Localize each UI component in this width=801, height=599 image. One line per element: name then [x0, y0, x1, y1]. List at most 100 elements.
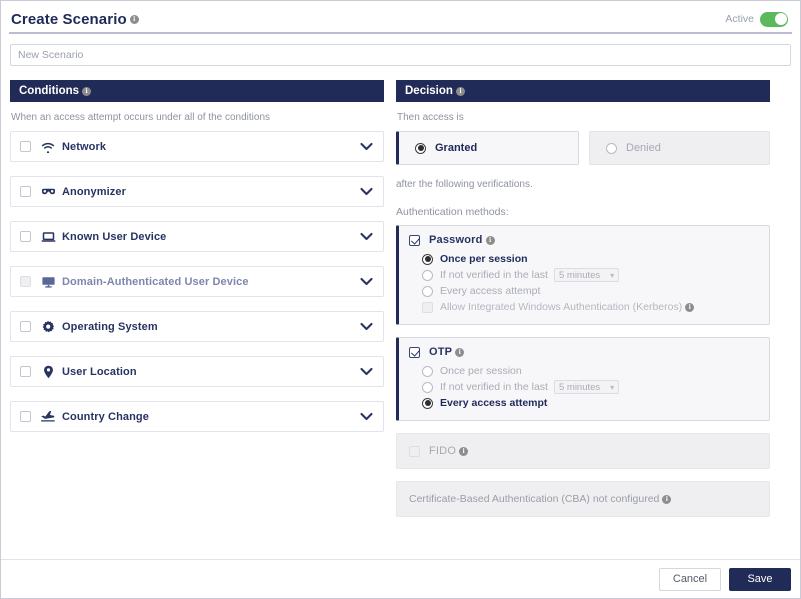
interval-value: 5 minutes: [558, 269, 601, 281]
fido-header: FIDO i: [409, 445, 759, 457]
condition-label: User Location: [62, 365, 137, 378]
otp-option-every-access-attempt[interactable]: Every access attempt: [422, 395, 759, 411]
password-option-if-not-verified[interactable]: If not verified in the last 5 minutes ▾: [422, 267, 759, 283]
denied-radio[interactable]: [606, 142, 617, 154]
decision-panel: Decision i Then access is Granted Denied…: [396, 80, 770, 529]
password-radio-once-per-session[interactable]: [422, 253, 433, 265]
auth-method-otp: OTP i Once per session If not verified i…: [396, 337, 770, 421]
wifi-icon: [40, 139, 56, 155]
password-checkbox[interactable]: [409, 234, 420, 246]
access-option-denied[interactable]: Denied: [589, 131, 770, 165]
decision-panel-header: Decision i: [396, 80, 770, 102]
password-kerberos-row[interactable]: Allow Integrated Windows Authentication …: [422, 299, 759, 315]
password-radio-if-not-verified[interactable]: [422, 269, 433, 281]
condition-checkbox-country-change[interactable]: [20, 411, 31, 422]
condition-row-user-location[interactable]: User Location: [10, 356, 384, 387]
condition-checkbox-user-location[interactable]: [20, 366, 31, 377]
condition-row-domain-authenticated-user-device[interactable]: Domain-Authenticated User Device: [10, 266, 384, 297]
conditions-info-icon[interactable]: i: [82, 86, 92, 96]
condition-label: Anonymizer: [62, 185, 126, 198]
title-info-icon[interactable]: i: [129, 14, 139, 24]
chevron-down-icon[interactable]: [360, 273, 373, 291]
password-info-icon[interactable]: i: [485, 235, 495, 245]
cba-header: Certificate-Based Authentication (CBA) n…: [409, 493, 759, 505]
auth-method-fido: FIDO i: [396, 433, 770, 469]
airplane-icon: [40, 409, 56, 425]
chevron-down-icon[interactable]: [360, 183, 373, 201]
fido-info-icon[interactable]: i: [459, 446, 469, 456]
condition-row-anonymizer[interactable]: Anonymizer: [10, 176, 384, 207]
fido-title: FIDO: [429, 445, 457, 457]
cba-info-icon[interactable]: i: [662, 494, 672, 504]
active-toggle[interactable]: [760, 11, 788, 27]
fido-checkbox[interactable]: [409, 445, 420, 457]
option-label: Once per session: [440, 253, 528, 265]
granted-radio[interactable]: [415, 142, 426, 154]
mask-icon: [40, 184, 56, 200]
access-decision-group: Granted Denied: [396, 131, 770, 165]
gear-icon: [40, 319, 56, 335]
chevron-down-icon[interactable]: [360, 228, 373, 246]
chevron-down-icon: ▾: [610, 270, 615, 280]
conditions-hint: When an access attempt occurs under all …: [11, 112, 271, 123]
password-radio-every-access-attempt[interactable]: [422, 285, 433, 297]
otp-option-if-not-verified[interactable]: If not verified in the last 5 minutes ▾: [422, 379, 759, 395]
condition-row-country-change[interactable]: Country Change: [10, 401, 384, 432]
dialog-titlebar: Create Scenario i Active: [1, 1, 800, 32]
condition-row-known-user-device[interactable]: Known User Device: [10, 221, 384, 252]
auth-method-password: Password i Once per session If not verif…: [396, 225, 770, 325]
otp-radio-every-access-attempt[interactable]: [422, 397, 433, 409]
auth-methods-label: Authentication methods:: [396, 206, 509, 218]
then-access-label: Then access is: [397, 112, 464, 123]
condition-label: Country Change: [62, 410, 149, 423]
condition-label: Operating System: [62, 320, 158, 333]
chevron-down-icon[interactable]: [360, 408, 373, 426]
otp-interval-select[interactable]: 5 minutes ▾: [553, 380, 620, 394]
condition-row-operating-system[interactable]: Operating System: [10, 311, 384, 342]
save-button[interactable]: Save: [729, 567, 791, 591]
otp-info-icon[interactable]: i: [455, 347, 465, 357]
decision-panel-title: Decision: [405, 85, 453, 97]
panels-container: Conditions i When an access attempt occu…: [1, 66, 800, 529]
password-interval-select[interactable]: 5 minutes ▾: [553, 268, 620, 282]
access-option-granted[interactable]: Granted: [396, 131, 579, 165]
chevron-down-icon[interactable]: [360, 363, 373, 381]
condition-row-network[interactable]: Network: [10, 131, 384, 162]
option-label: If not verified in the last: [440, 381, 548, 393]
conditions-panel-header: Conditions i: [10, 80, 384, 102]
otp-option-once-per-session[interactable]: Once per session: [422, 363, 759, 379]
scenario-name-input[interactable]: [10, 44, 791, 66]
otp-title: OTP: [429, 346, 453, 358]
kerberos-checkbox[interactable]: [422, 301, 433, 313]
active-toggle-group: Active: [725, 11, 790, 27]
after-verifications-note: after the following verifications.: [396, 179, 533, 190]
page-title: Create Scenario: [11, 10, 127, 28]
option-label: Every access attempt: [440, 397, 548, 409]
condition-checkbox-domain-authenticated-user-device[interactable]: [20, 276, 31, 287]
cancel-button[interactable]: Cancel: [659, 567, 721, 591]
chevron-down-icon[interactable]: [360, 138, 373, 156]
toggle-knob: [774, 13, 787, 25]
chevron-down-icon[interactable]: [360, 318, 373, 336]
password-title: Password: [429, 234, 483, 246]
option-label: Once per session: [440, 365, 522, 377]
otp-header: OTP i: [409, 346, 759, 358]
conditions-panel: Conditions i When an access attempt occu…: [10, 80, 384, 446]
decision-info-icon[interactable]: i: [455, 86, 465, 96]
condition-checkbox-network[interactable]: [20, 141, 31, 152]
otp-radio-once-per-session[interactable]: [422, 365, 433, 377]
scenario-name-row: [1, 34, 800, 66]
otp-radio-if-not-verified[interactable]: [422, 381, 433, 393]
password-option-once-per-session[interactable]: Once per session: [422, 251, 759, 267]
password-option-every-access-attempt[interactable]: Every access attempt: [422, 283, 759, 299]
kerberos-label: Allow Integrated Windows Authentication …: [440, 301, 683, 313]
condition-checkbox-operating-system[interactable]: [20, 321, 31, 332]
condition-label: Domain-Authenticated User Device: [62, 275, 249, 288]
create-scenario-dialog: Create Scenario i Active Conditions i Wh…: [0, 0, 801, 599]
condition-checkbox-known-user-device[interactable]: [20, 231, 31, 242]
active-label: Active: [725, 13, 754, 25]
auth-method-cba: Certificate-Based Authentication (CBA) n…: [396, 481, 770, 517]
otp-checkbox[interactable]: [409, 346, 420, 358]
kerberos-info-icon[interactable]: i: [685, 302, 695, 312]
condition-checkbox-anonymizer[interactable]: [20, 186, 31, 197]
